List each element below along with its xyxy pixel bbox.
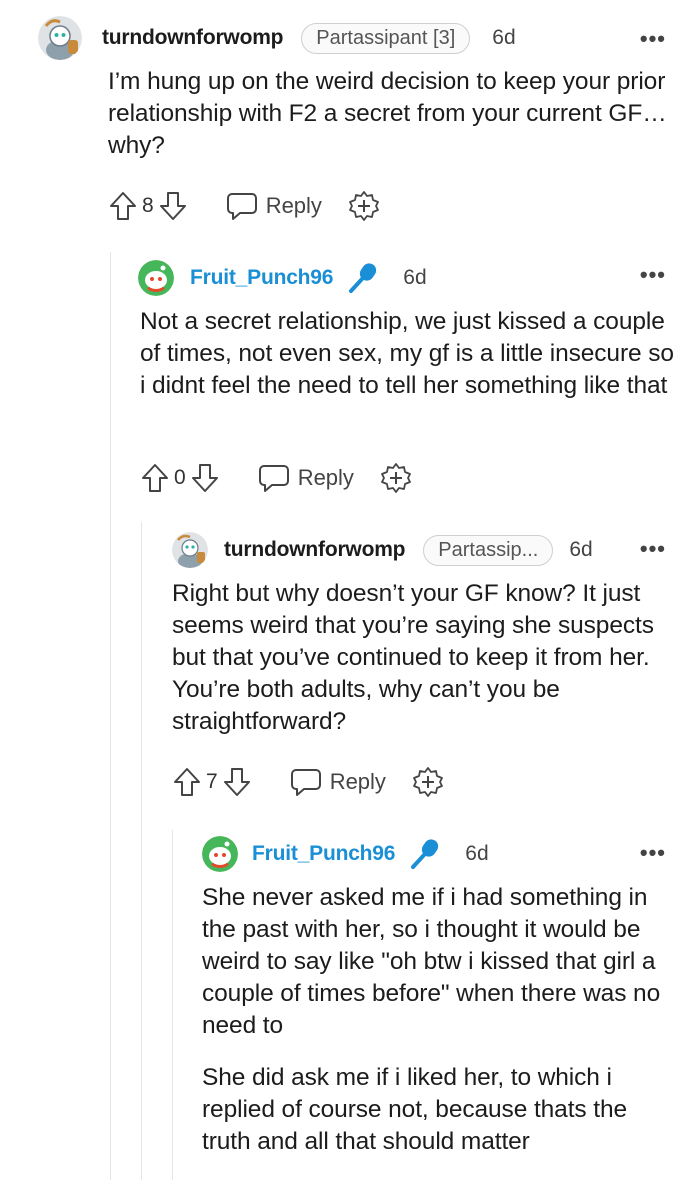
reply-label: Reply: [297, 465, 354, 490]
reply-label: Reply: [329, 769, 386, 794]
user-flair: Partassip...: [423, 534, 554, 566]
downvote-icon[interactable]: [222, 766, 252, 798]
reply-icon: [226, 193, 257, 220]
comment-paragraph: She never asked me if i had something in…: [202, 884, 661, 1039]
username[interactable]: turndownforwomp: [102, 26, 283, 50]
more-options-icon[interactable]: •••: [640, 26, 666, 52]
reply-button[interactable]: Reply: [226, 191, 322, 221]
comment-paragraph: She did ask me if i liked her, to which …: [202, 1064, 628, 1155]
user-avatar-icon[interactable]: [38, 16, 82, 60]
comment-age: 6d: [465, 842, 489, 865]
reply-button[interactable]: Reply: [290, 767, 386, 797]
user-avatar-icon[interactable]: [172, 532, 208, 568]
downvote-icon[interactable]: [158, 190, 188, 222]
comment-body: Right but why doesn’t your GF know? It j…: [172, 578, 672, 738]
microphone-icon: [349, 263, 377, 293]
username[interactable]: Fruit_Punch96: [190, 266, 333, 290]
upvote-icon[interactable]: [140, 462, 170, 494]
username[interactable]: turndownforwomp: [224, 538, 405, 562]
award-icon[interactable]: [412, 766, 444, 798]
comment-paragraph: I’m hung up on the weird decision to kee…: [108, 68, 667, 159]
thread-line-level-3[interactable]: [172, 830, 173, 1180]
comment-age: 6d: [492, 26, 516, 49]
reply-label: Reply: [265, 193, 322, 218]
user-avatar-icon[interactable]: [138, 260, 174, 296]
downvote-icon[interactable]: [190, 462, 220, 494]
comment-paragraph: Right but why doesn’t your GF know? It j…: [172, 580, 654, 735]
upvote-icon[interactable]: [108, 190, 138, 222]
more-options-icon[interactable]: •••: [640, 536, 666, 562]
user-flair: Partassipant [3]: [301, 22, 471, 54]
user-avatar-icon[interactable]: [202, 836, 238, 872]
comment-paragraph: Not a secret relationship, we just kisse…: [140, 308, 674, 399]
reply-icon: [258, 465, 289, 492]
vote-score: 0: [174, 466, 186, 489]
thread-line-level-1[interactable]: [110, 252, 111, 1180]
reply-icon: [290, 769, 321, 796]
award-icon[interactable]: [380, 462, 412, 494]
more-options-icon[interactable]: •••: [640, 840, 666, 866]
upvote-icon[interactable]: [172, 766, 202, 798]
vote-score: 8: [142, 194, 154, 217]
comment-age: 6d: [403, 266, 427, 289]
comment-body: She never asked me if i had something in…: [202, 882, 680, 1158]
microphone-icon: [411, 839, 439, 869]
award-icon[interactable]: [348, 190, 380, 222]
vote-score: 7: [206, 770, 218, 793]
reply-button[interactable]: Reply: [258, 463, 354, 493]
comment-body: Not a secret relationship, we just kisse…: [140, 306, 680, 402]
more-options-icon[interactable]: •••: [640, 262, 666, 288]
comment-body: I’m hung up on the weird decision to kee…: [108, 66, 678, 162]
comment-age: 6d: [569, 538, 593, 561]
thread-line-level-2[interactable]: [141, 522, 142, 1180]
username[interactable]: Fruit_Punch96: [252, 842, 395, 866]
